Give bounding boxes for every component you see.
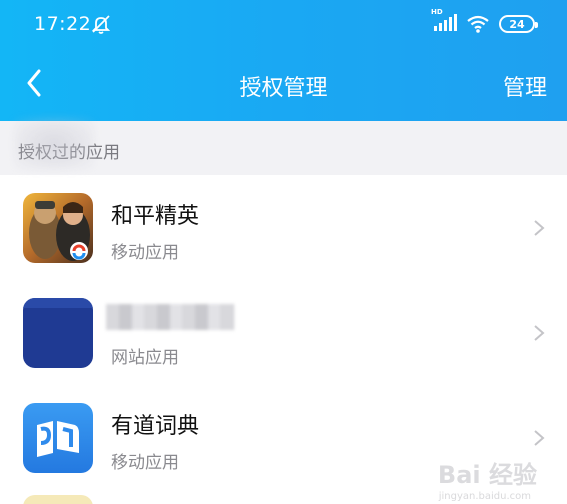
watermark-logo: Bai 经验 bbox=[437, 461, 537, 489]
app-name: 有道词典 bbox=[111, 414, 200, 439]
list-item-app[interactable]: 网站应用 bbox=[0, 280, 567, 385]
app-type: 网站应用 bbox=[111, 348, 179, 368]
mute-bell-icon bbox=[91, 15, 111, 34]
app-header: 17:22 HD 24 授权管理 管理 bbox=[0, 0, 567, 121]
manage-button[interactable]: 管理 bbox=[503, 70, 547, 102]
app-name: 和平精英 bbox=[111, 204, 200, 229]
chevron-right-icon bbox=[534, 220, 545, 236]
status-time: 17:22 bbox=[34, 13, 92, 35]
watermark-url: jingyan.baidu.com bbox=[438, 491, 531, 502]
blurred-app-name bbox=[106, 304, 234, 330]
status-bar: 17:22 HD 24 bbox=[0, 0, 567, 50]
app-type: 移动应用 bbox=[111, 243, 179, 263]
network-type-label: HD bbox=[431, 8, 443, 16]
page-title: 授权管理 bbox=[239, 76, 328, 101]
dictionary-icon bbox=[23, 403, 93, 473]
chevron-right-icon bbox=[534, 325, 545, 341]
website-icon bbox=[23, 298, 93, 368]
status-icons: HD 24 bbox=[431, 8, 538, 34]
game-icon bbox=[23, 193, 93, 263]
next-app-icon-peek bbox=[23, 495, 93, 504]
battery-icon: 24 bbox=[499, 15, 538, 33]
list-item-app[interactable]: 和平精英 移动应用 bbox=[0, 175, 567, 280]
battery-level: 24 bbox=[509, 17, 525, 31]
chevron-right-icon bbox=[534, 430, 545, 446]
app-type: 移动应用 bbox=[111, 453, 179, 473]
wifi-icon bbox=[467, 15, 489, 33]
authorized-app-list: 和平精英 移动应用 网站应用 有道词典 移动应用 bbox=[0, 175, 567, 490]
nav-bar: 授权管理 管理 bbox=[0, 55, 567, 113]
blur-overlay bbox=[14, 118, 94, 170]
